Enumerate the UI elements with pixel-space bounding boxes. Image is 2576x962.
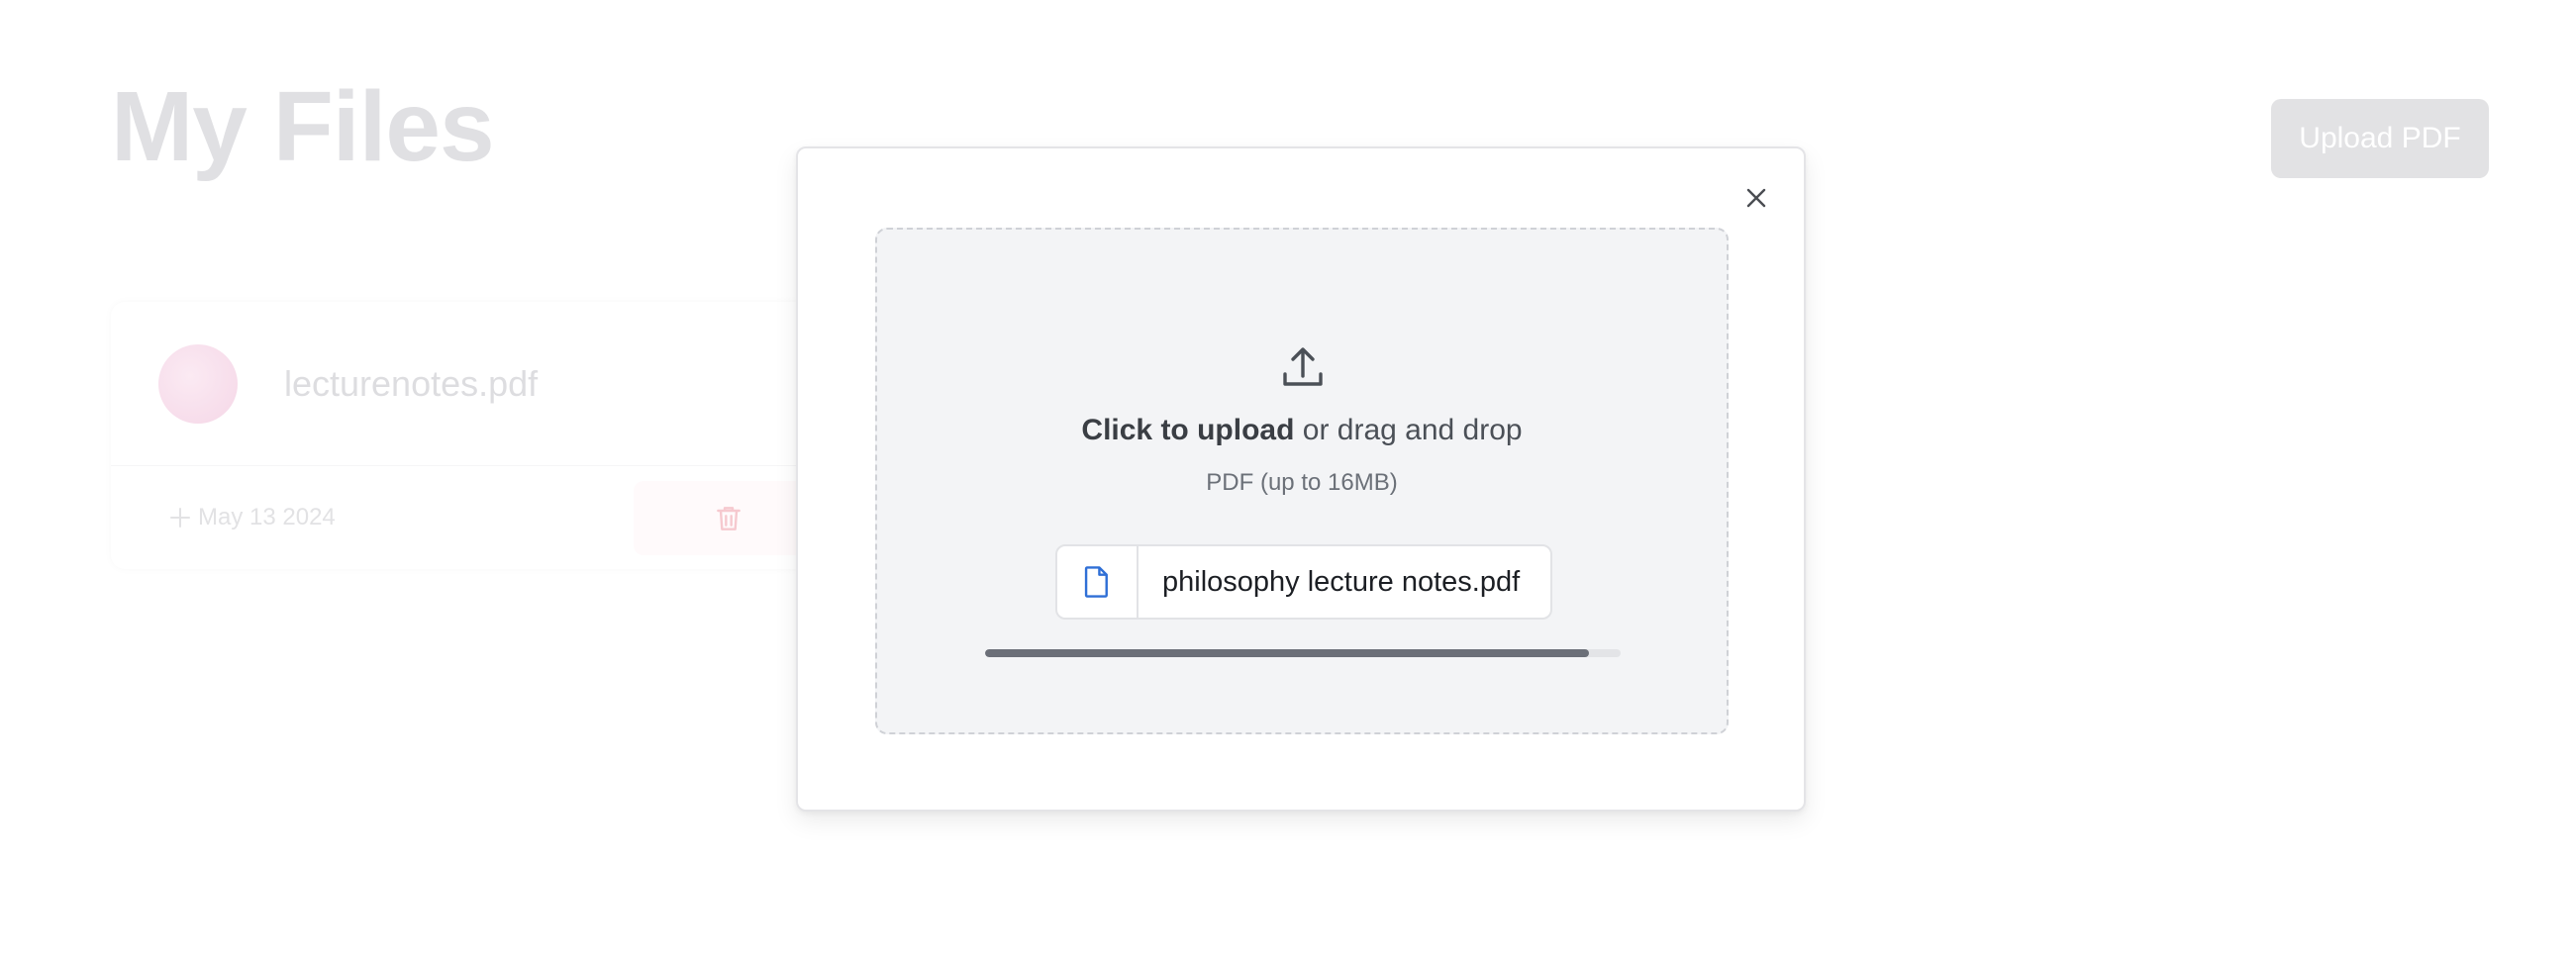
close-button[interactable] (1738, 180, 1774, 216)
upload-progress-fill (985, 649, 1589, 657)
file-name[interactable]: lecturenotes.pdf (284, 363, 538, 405)
close-icon[interactable] (1744, 186, 1768, 210)
file-avatar (158, 343, 238, 424)
plus-icon (170, 508, 190, 528)
selected-file-name: philosophy lecture notes.pdf (1162, 565, 1521, 598)
file-card-header: lecturenotes.pdf (111, 302, 843, 465)
click-to-upload-link[interactable]: Click to upload (1081, 414, 1294, 446)
file-icon (1084, 566, 1108, 598)
upload-progress-bar (985, 649, 1621, 657)
file-card-footer: May 13 2024 (111, 465, 843, 569)
trash-icon[interactable] (713, 503, 744, 534)
dropzone-hint: PDF (up to 16MB) (1206, 469, 1398, 496)
upload-pdf-button[interactable]: Upload PDF (2271, 99, 2489, 178)
page: My Files Upload PDF lecturenotes.pdf May… (0, 0, 2576, 962)
selected-file-icon-box (1057, 546, 1139, 618)
file-card[interactable]: lecturenotes.pdf May 13 2024 (111, 302, 843, 569)
dropzone-instructions: Click to upload or drag and drop (877, 414, 1727, 447)
drag-and-drop-text: or drag and drop (1294, 414, 1523, 446)
selected-file: philosophy lecture notes.pdf (1055, 544, 1552, 620)
file-date: May 13 2024 (198, 504, 336, 530)
upload-modal: Click to upload or drag and drop PDF (up… (796, 146, 1806, 812)
upload-icon (1283, 347, 1323, 386)
page-title: My Files (111, 71, 495, 182)
dropzone[interactable]: Click to upload or drag and drop PDF (up… (875, 228, 1729, 734)
